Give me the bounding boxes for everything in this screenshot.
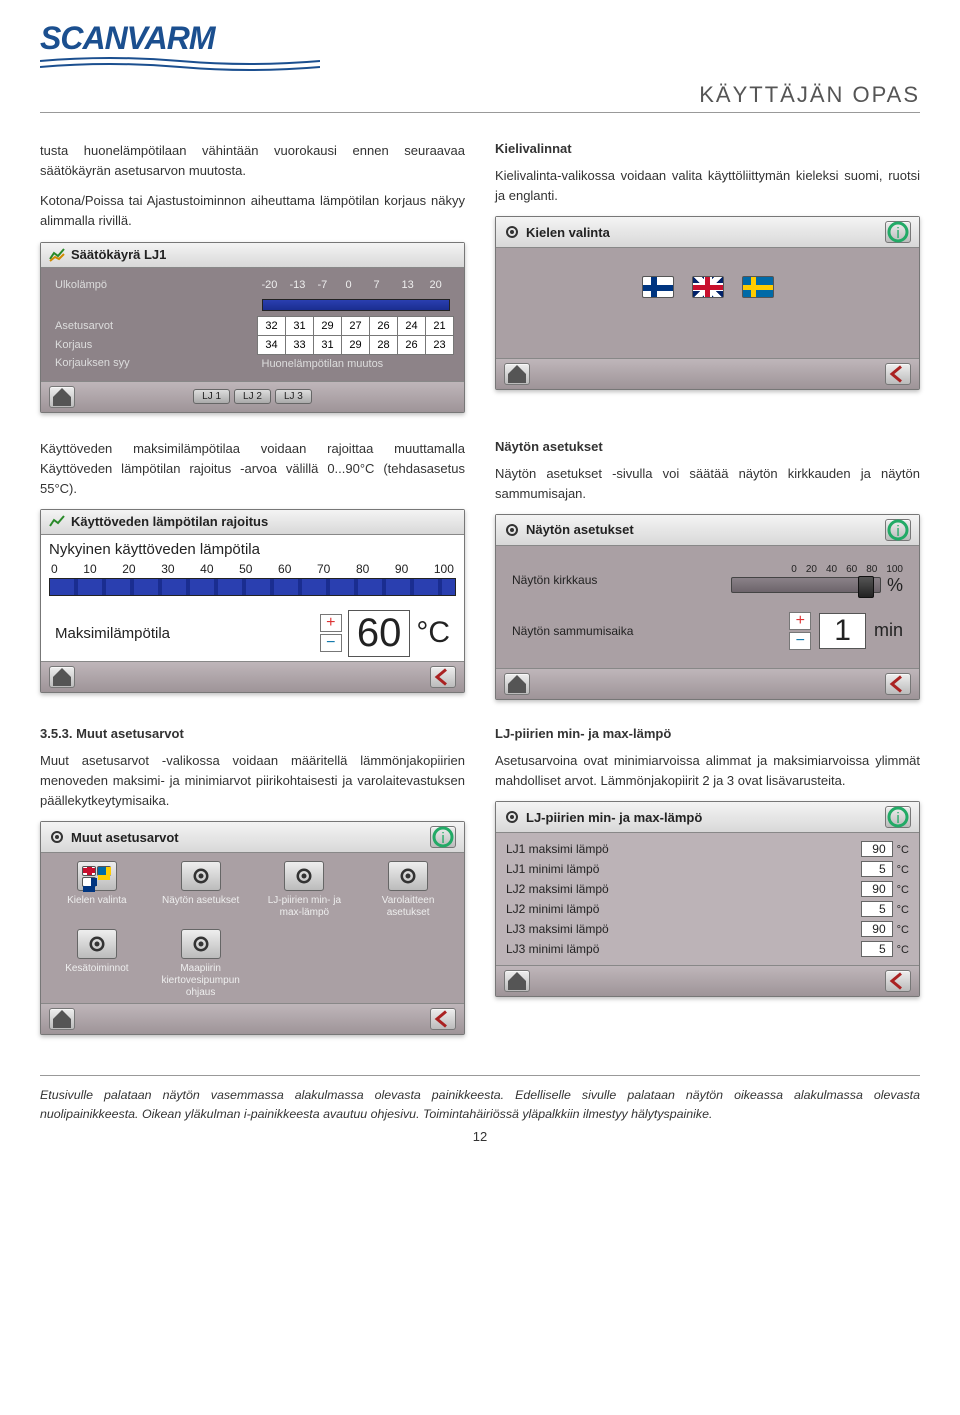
home-button[interactable]: [504, 673, 530, 695]
body-text: tusta huonelämpötilaan vähintään vuoroka…: [40, 141, 465, 181]
gear-icon: [49, 829, 65, 845]
menu-item-nayto[interactable]: Näytön asetukset: [155, 861, 247, 919]
section-heading: Näytön asetukset: [495, 439, 920, 454]
decrease-button[interactable]: −: [789, 632, 811, 650]
back-button[interactable]: [430, 666, 456, 688]
brightness-unit: %: [887, 575, 903, 596]
info-button[interactable]: i: [430, 826, 456, 848]
svg-text:i: i: [896, 523, 899, 540]
back-button[interactable]: [885, 363, 911, 385]
saatokayra-table: Ulkolämpö -20-13-7071320 Asetusarvot 323…: [51, 276, 454, 373]
footer-note: Etusivulle palataan näytön vasemmassa al…: [40, 1086, 920, 1123]
panel-title: Muut asetusarvot: [71, 830, 179, 845]
page-title: KÄYTTÄJÄN OPAS: [40, 82, 920, 113]
increase-button[interactable]: +: [320, 614, 342, 632]
flag-uk[interactable]: [692, 276, 724, 298]
info-button[interactable]: i: [885, 806, 911, 828]
lj-row[interactable]: LJ2 maksimi lämpö90°C: [506, 879, 909, 899]
body-text: Asetusarvoina ovat minimiarvoissa alimma…: [495, 751, 920, 791]
svg-text:i: i: [896, 810, 899, 827]
tab-lj3[interactable]: LJ 3: [275, 389, 312, 404]
section-number: 3.5.3. Muut asetusarvot: [40, 726, 465, 741]
chart-icon: [49, 247, 65, 263]
back-button[interactable]: [885, 673, 911, 695]
kv-bar: [49, 578, 456, 596]
body-text: Kielivalinta-valikossa voidaan valita kä…: [495, 166, 920, 206]
home-button[interactable]: [49, 666, 75, 688]
kayttoveden-panel: Käyttöveden lämpötilan rajoitus Nykyinen…: [40, 509, 465, 693]
brightness-slider[interactable]: [731, 577, 881, 593]
timeout-value: 1: [819, 613, 866, 649]
decrease-button[interactable]: −: [320, 634, 342, 652]
brand-text: SCANVARM: [40, 20, 920, 57]
panel-title: Kielen valinta: [526, 225, 610, 240]
home-button[interactable]: [504, 970, 530, 992]
brand-waves: [40, 57, 320, 73]
gear-icon: [504, 809, 520, 825]
lj-piirien-panel: LJ-piirien min- ja max-lämpö i LJ1 maksi…: [495, 801, 920, 997]
saatokayra-panel: Säätökäyrä LJ1 Ulkolämpö -20-13-7071320 …: [40, 242, 465, 413]
body-text: Käyttöveden maksimilämpötilaa voidaan ra…: [40, 439, 465, 499]
muut-asetusarvot-panel: Muut asetusarvot i Kielen valinta Näytön…: [40, 821, 465, 1035]
home-button[interactable]: [49, 1008, 75, 1030]
increase-button[interactable]: +: [789, 612, 811, 630]
tab-lj2[interactable]: LJ 2: [234, 389, 271, 404]
section-heading: Kielivalinnat: [495, 141, 920, 156]
brightness-label: Näytön kirkkaus: [512, 573, 597, 587]
kv-current-label: Nykyinen käyttöveden lämpötila: [49, 539, 456, 562]
svg-text:i: i: [896, 225, 899, 242]
svg-text:i: i: [441, 830, 444, 847]
back-button[interactable]: [885, 970, 911, 992]
menu-item-maapiiri[interactable]: Maapiirin kiertovesipumpun ohjaus: [155, 929, 247, 999]
lj-row[interactable]: LJ1 minimi lämpö5°C: [506, 859, 909, 879]
back-button[interactable]: [430, 1008, 456, 1030]
home-button[interactable]: [504, 363, 530, 385]
flag-finland[interactable]: [642, 276, 674, 298]
panel-title: Säätökäyrä LJ1: [71, 247, 166, 262]
lj-row[interactable]: LJ1 maksimi lämpö90°C: [506, 839, 909, 859]
info-button[interactable]: i: [885, 221, 911, 243]
timeout-unit: min: [874, 620, 903, 641]
panel-title: LJ-piirien min- ja max-lämpö: [526, 810, 702, 825]
body-text: Näytön asetukset -sivulla voi säätää näy…: [495, 464, 920, 504]
lj-row[interactable]: LJ3 minimi lämpö5°C: [506, 939, 909, 959]
gear-icon: [504, 522, 520, 538]
menu-item-varo[interactable]: Varolaitteen asetukset: [362, 861, 454, 919]
home-button[interactable]: [49, 386, 75, 408]
tab-lj1[interactable]: LJ 1: [193, 389, 230, 404]
menu-item-lj[interactable]: LJ-piirien min- ja max-lämpö: [259, 861, 351, 919]
kv-value: 60: [348, 610, 411, 657]
menu-item-kieli[interactable]: Kielen valinta: [51, 861, 143, 919]
page-number: 12: [40, 1129, 920, 1144]
menu-item-kesa[interactable]: Kesätoiminnot: [51, 929, 143, 999]
brightness-ticks: 020406080100: [791, 564, 903, 575]
body-text: Kotona/Poissa tai Ajastustoiminnon aiheu…: [40, 191, 465, 231]
section-heading: LJ-piirien min- ja max-lämpö: [495, 726, 920, 741]
panel-title: Käyttöveden lämpötilan rajoitus: [71, 514, 268, 529]
kv-scale: 0102030405060708090100: [49, 562, 456, 576]
kielen-valinta-panel: Kielen valinta i: [495, 216, 920, 390]
kv-max-label: Maksimilämpötila: [55, 625, 170, 642]
lj-row[interactable]: LJ3 maksimi lämpö90°C: [506, 919, 909, 939]
nayton-asetukset-panel: Näytön asetukset i Näytön kirkkaus 02040…: [495, 514, 920, 700]
brand-logo: SCANVARM: [40, 20, 920, 76]
timeout-label: Näytön sammumisaika: [512, 624, 633, 638]
flag-sweden[interactable]: [742, 276, 774, 298]
chart-icon: [49, 514, 65, 530]
lj-row[interactable]: LJ2 minimi lämpö5°C: [506, 899, 909, 919]
kv-unit: °C: [416, 616, 450, 650]
info-button[interactable]: i: [885, 519, 911, 541]
gear-icon: [504, 224, 520, 240]
body-text: Muut asetusarvot -valikossa voidaan määr…: [40, 751, 465, 811]
panel-title: Näytön asetukset: [526, 522, 634, 537]
